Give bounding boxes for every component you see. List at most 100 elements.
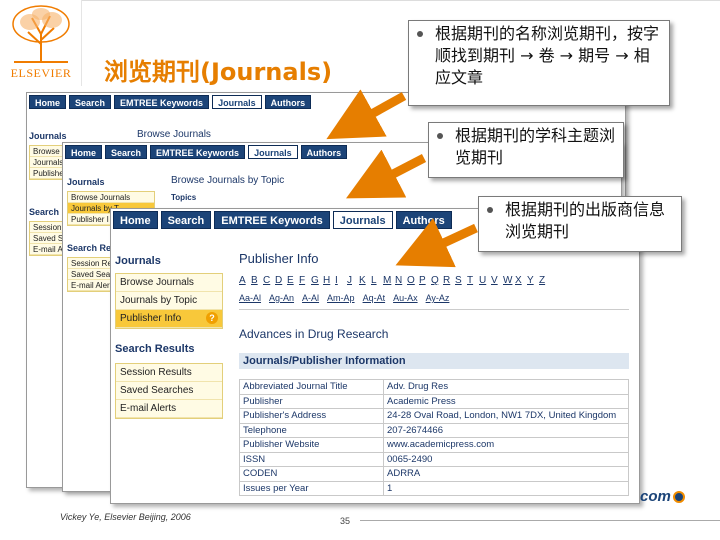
callout-browse-by-topic: 根据期刊的学科主题浏览期刊 (428, 122, 624, 178)
callout-browse-by-publisher: 根据期刊的出版商信息浏览期刊 (478, 196, 682, 252)
table-row: Issues per Year 1 (239, 480, 629, 496)
alpha-letter-link[interactable]: C (263, 275, 275, 286)
alpha-letter-link[interactable]: Z (539, 275, 551, 286)
info-value: ADRRA (383, 466, 629, 482)
alpha-letter-link[interactable]: R (443, 275, 455, 286)
footer-rule (360, 520, 720, 521)
browse-by-topic-title: Browse Journals by Topic (171, 175, 285, 186)
info-key: ISSN (239, 451, 384, 467)
alpha-letter-link[interactable]: F (299, 275, 311, 286)
alpha-letter-link[interactable]: A (239, 275, 251, 286)
nav-search-button[interactable]: Search (105, 145, 148, 159)
alpha-letter-link[interactable]: J (347, 275, 359, 286)
table-row: Publisher Academic Press (239, 393, 629, 409)
alpha-letter-link[interactable]: B (251, 275, 263, 286)
info-key: CODEN (239, 466, 384, 482)
sidebar-search-list: Session Results Saved Searches E-mail Al… (115, 363, 223, 419)
bullet-icon (437, 133, 443, 139)
callout-text: 根据期刊的名称浏览期刊，按字顺找到期刊 → 卷 → 期号 → 相应文章 (435, 24, 660, 87)
table-row: ISSN 0065-2490 (239, 451, 629, 467)
sidebar-item-email-alerts[interactable]: E-mail Alerts (116, 400, 222, 418)
info-value: 0065-2490 (383, 451, 629, 467)
sidebar-item-browse[interactable]: Browse Journals (68, 192, 154, 203)
alpha-letter-link[interactable]: W (503, 275, 515, 286)
nav-search-button[interactable]: Search (160, 211, 212, 229)
nav-bar: Home Search EMTREE Keywords Journals Aut… (65, 145, 348, 159)
nav-home-button[interactable]: Home (113, 211, 158, 229)
sidebar-item-publisher-info[interactable]: Publisher Info? (116, 310, 222, 328)
sidebar-item-saved-searches[interactable]: Saved Searches (116, 382, 222, 400)
sidebar-item-label: Publisher Info (120, 313, 182, 324)
sidebar-search-heading: Search Results (115, 343, 195, 355)
range-link[interactable]: Aq-At (363, 293, 386, 303)
alpha-letter-link[interactable]: Q (431, 275, 443, 286)
page-number: 35 (340, 516, 351, 526)
help-icon[interactable]: ? (206, 312, 218, 324)
com-logo-text: com (640, 488, 671, 505)
top-rule (82, 0, 720, 1)
nav-journals-button[interactable]: Journals (212, 95, 262, 109)
elsevier-logo: ELSEVIER (0, 0, 82, 86)
info-key: Telephone (239, 422, 384, 438)
info-table-header: Journals/Publisher Information (239, 353, 629, 369)
alpha-letter-link[interactable]: G (311, 275, 323, 286)
bullet-icon (417, 31, 423, 37)
sidebar-item-session-results[interactable]: Session Results (116, 364, 222, 382)
browse-journals-title: Browse Journals (137, 129, 211, 140)
info-key: Issues per Year (239, 480, 384, 496)
callout-text: 根据期刊的出版商信息浏览期刊 (505, 200, 666, 241)
range-link[interactable]: Am-Ap (327, 293, 355, 303)
alpha-letter-link[interactable]: I (335, 275, 347, 286)
range-link[interactable]: A-Al (302, 293, 319, 303)
nav-home-button[interactable]: Home (29, 95, 67, 109)
info-value[interactable]: www.academicpress.com (383, 437, 629, 453)
alpha-letter-link[interactable]: H (323, 275, 335, 286)
alpha-letter-link[interactable]: O (407, 275, 419, 286)
alphabet-index: ABCDEFGHIJKLMNOPQRSTUVWXYZ (239, 275, 579, 286)
nav-authors-button[interactable]: Authors (300, 145, 348, 159)
table-row: CODEN ADRRA (239, 466, 629, 482)
alpha-letter-link[interactable]: L (371, 275, 383, 286)
alpha-letter-link[interactable]: V (491, 275, 503, 286)
alpha-letter-link[interactable]: M (383, 275, 395, 286)
alpha-letter-link[interactable]: Y (527, 275, 539, 286)
publisher-info-table: Abbreviated Journal Title Adv. Drug Res Pu… (239, 379, 629, 496)
nav-emtree-button[interactable]: EMTREE Keywords (214, 211, 330, 229)
alpha-letter-link[interactable]: U (479, 275, 491, 286)
alpha-letter-link[interactable]: E (287, 275, 299, 286)
sidebar-journals-heading: Journals (29, 131, 67, 141)
footer-credit: Vickey Ye, Elsevier Beijing, 2006 (60, 512, 191, 522)
info-key: Publisher's Address (239, 408, 384, 424)
alpha-letter-link[interactable]: P (419, 275, 431, 286)
alpha-letter-link[interactable]: D (275, 275, 287, 286)
nav-journals-button[interactable]: Journals (248, 145, 298, 159)
nav-authors-button[interactable]: Authors (264, 95, 312, 109)
alpha-letter-link[interactable]: N (395, 275, 407, 286)
nav-home-button[interactable]: Home (65, 145, 103, 159)
alpha-letter-link[interactable]: T (467, 275, 479, 286)
range-link[interactable]: Ag-An (269, 293, 294, 303)
nav-journals-button[interactable]: Journals (332, 211, 393, 229)
table-row: Telephone 207-2674466 (239, 422, 629, 438)
nav-emtree-button[interactable]: EMTREE Keywords (150, 145, 246, 159)
bullet-icon (487, 207, 493, 213)
table-row: Abbreviated Journal Title Adv. Drug Res (239, 379, 629, 395)
range-link[interactable]: Aa-Al (239, 293, 261, 303)
nav-search-button[interactable]: Search (69, 95, 112, 109)
com-logo: com (640, 488, 685, 505)
alpha-letter-link[interactable]: X (515, 275, 527, 286)
nav-authors-button[interactable]: Authors (395, 211, 452, 229)
nav-emtree-button[interactable]: EMTREE Keywords (114, 95, 210, 109)
sidebar-journals-list: Browse Journals Journals by Topic Publis… (115, 273, 223, 329)
sidebar-item-browse-journals[interactable]: Browse Journals (116, 274, 222, 292)
alpha-letter-link[interactable]: S (455, 275, 467, 286)
info-value: 1 (383, 480, 629, 496)
sidebar-item-journals-by-topic[interactable]: Journals by Topic (116, 292, 222, 310)
nav-bar: Home Search EMTREE Keywords Journals Aut… (29, 95, 312, 109)
info-key: Abbreviated Journal Title (239, 379, 384, 395)
range-link[interactable]: Ay-Az (426, 293, 450, 303)
range-link[interactable]: Au-Ax (393, 293, 418, 303)
screenshot-publisher-info: Home Search EMTREE Keywords Journals Aut… (110, 208, 640, 504)
sidebar-journals-heading: Journals (67, 177, 105, 187)
alpha-letter-link[interactable]: K (359, 275, 371, 286)
